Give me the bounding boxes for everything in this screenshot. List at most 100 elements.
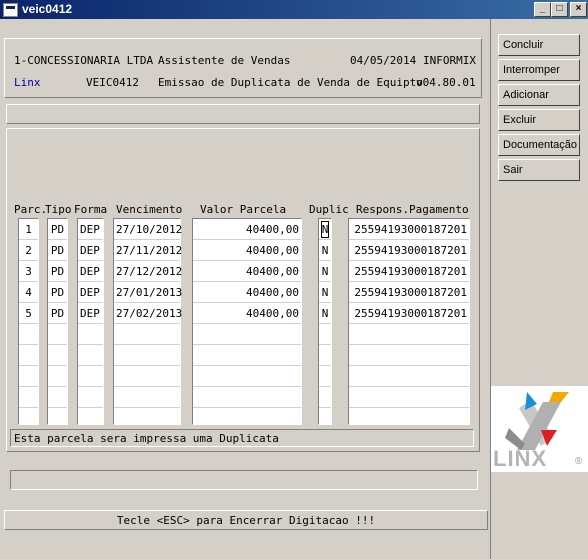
table-cell[interactable]: 5 — [19, 303, 38, 324]
empty-table-cell[interactable] — [19, 366, 38, 387]
table-cell[interactable]: DEP — [78, 261, 103, 282]
empty-table-cell[interactable] — [19, 408, 38, 429]
empty-table-cell[interactable] — [349, 387, 469, 408]
linx-logo: LINX ® — [491, 386, 588, 472]
table-cell[interactable]: 40400,00 — [193, 261, 301, 282]
empty-table-cell[interactable] — [319, 408, 331, 429]
empty-table-cell[interactable] — [48, 366, 67, 387]
table-cell[interactable]: 40400,00 — [193, 303, 301, 324]
table-cell[interactable]: 25594193000187201 — [349, 240, 469, 261]
minimize-button[interactable]: _ — [534, 2, 551, 17]
table-cell[interactable]: 27/11/2012 — [114, 240, 182, 261]
empty-table-cell[interactable] — [19, 345, 38, 366]
table-cell[interactable]: N — [319, 219, 331, 240]
program-description: Emissao de Duplicata de Venda de Equipto — [158, 76, 423, 89]
empty-table-cell[interactable] — [19, 387, 38, 408]
footer-text: Tecle <ESC> para Encerrar Digitacao !!! — [116, 514, 376, 527]
empty-table-cell[interactable] — [114, 387, 180, 408]
grid-column-forma: DEP DEP DEP DEP DEP — [77, 218, 104, 429]
empty-table-cell[interactable] — [48, 324, 67, 345]
table-cell[interactable]: 1 — [19, 219, 38, 240]
empty-table-cell[interactable] — [78, 366, 103, 387]
empty-table-cell[interactable] — [193, 408, 301, 429]
empty-table-cell[interactable] — [319, 387, 331, 408]
empty-table-cell[interactable] — [19, 324, 38, 345]
table-cell[interactable]: DEP — [78, 219, 103, 240]
footer-panel: Tecle <ESC> para Encerrar Digitacao !!! — [4, 510, 488, 530]
table-cell[interactable]: PD — [48, 282, 67, 303]
table-cell[interactable]: N — [319, 282, 331, 303]
maximize-button[interactable]: □ — [551, 2, 568, 17]
status-field — [10, 470, 478, 490]
empty-table-cell[interactable] — [319, 366, 331, 387]
table-cell[interactable]: N — [319, 240, 331, 261]
table-cell[interactable]: 27/02/2013 — [114, 303, 182, 324]
table-cell[interactable]: DEP — [78, 282, 103, 303]
empty-table-cell[interactable] — [193, 345, 301, 366]
empty-table-cell[interactable] — [193, 324, 301, 345]
empty-table-cell[interactable] — [349, 366, 469, 387]
col-header-valor: Valor Parcela — [200, 203, 287, 216]
table-cell[interactable]: 25594193000187201 — [349, 261, 469, 282]
table-cell[interactable]: 4 — [19, 282, 38, 303]
table-cell[interactable]: N — [319, 303, 331, 324]
excluir-button[interactable]: Excluir — [498, 109, 580, 131]
empty-table-cell[interactable] — [114, 324, 180, 345]
interromper-button[interactable]: Interromper — [498, 59, 580, 81]
user-role: Assistente de Vendas — [158, 54, 291, 67]
table-cell[interactable]: 2 — [19, 240, 38, 261]
empty-table-cell[interactable] — [193, 387, 301, 408]
company-name: 1-CONCESSIONARIA LTDA — [14, 54, 154, 67]
table-cell[interactable]: PD — [48, 219, 67, 240]
adicionar-button[interactable]: Adicionar — [498, 84, 580, 106]
title-bar: veic0412 _ □ × — [0, 0, 588, 19]
empty-table-cell[interactable] — [78, 345, 103, 366]
table-cell[interactable]: 25594193000187201 — [349, 282, 469, 303]
version: v04.80.01 — [416, 76, 476, 89]
message-bar: Esta parcela sera impressa uma Duplicata — [10, 429, 474, 447]
table-cell[interactable]: DEP — [78, 240, 103, 261]
grid-column-respons: 25594193000187201 25594193000187201 255941… — [348, 218, 470, 429]
close-button[interactable]: × — [570, 2, 587, 17]
empty-table-cell[interactable] — [78, 408, 103, 429]
empty-table-cell[interactable] — [48, 387, 67, 408]
empty-table-cell[interactable] — [48, 408, 67, 429]
documentacao-button[interactable]: Documentação — [498, 134, 580, 156]
empty-table-cell[interactable] — [349, 408, 469, 429]
database-name: INFORMIX — [423, 54, 476, 67]
empty-table-cell[interactable] — [114, 366, 180, 387]
table-cell[interactable]: 25594193000187201 — [349, 303, 469, 324]
toolbar-strip — [6, 104, 480, 124]
table-cell[interactable]: 40400,00 — [193, 282, 301, 303]
concluir-button[interactable]: Concluir — [498, 34, 580, 56]
table-cell[interactable]: PD — [48, 303, 67, 324]
logo-text: LINX — [493, 446, 548, 471]
table-cell[interactable]: 27/10/2012 — [114, 219, 182, 240]
empty-table-cell[interactable] — [319, 345, 331, 366]
table-cell[interactable]: PD — [48, 261, 67, 282]
grid-column-duplic: NNNNN — [318, 218, 332, 429]
empty-table-cell[interactable] — [114, 408, 180, 429]
sair-button[interactable]: Sair — [498, 159, 580, 181]
table-cell[interactable]: 27/01/2013 — [114, 282, 182, 303]
col-header-duplic: Duplic — [309, 203, 349, 216]
empty-table-cell[interactable] — [48, 345, 67, 366]
table-cell[interactable]: N — [319, 261, 331, 282]
table-cell[interactable]: DEP — [78, 303, 103, 324]
table-cell[interactable]: 3 — [19, 261, 38, 282]
empty-table-cell[interactable] — [78, 324, 103, 345]
empty-table-cell[interactable] — [349, 324, 469, 345]
empty-table-cell[interactable] — [193, 366, 301, 387]
table-cell[interactable]: 40400,00 — [193, 240, 301, 261]
col-header-parc: Parc. — [14, 203, 48, 216]
empty-table-cell[interactable] — [349, 345, 469, 366]
table-cell[interactable]: 40400,00 — [193, 219, 301, 240]
empty-table-cell[interactable] — [114, 345, 180, 366]
table-cell[interactable]: 27/12/2012 — [114, 261, 182, 282]
table-cell[interactable]: 25594193000187201 — [349, 219, 469, 240]
table-cell[interactable]: PD — [48, 240, 67, 261]
date: 04/05/2014 — [350, 54, 417, 67]
empty-table-cell[interactable] — [78, 387, 103, 408]
program-code: VEIC0412 — [86, 76, 139, 89]
empty-table-cell[interactable] — [319, 324, 331, 345]
